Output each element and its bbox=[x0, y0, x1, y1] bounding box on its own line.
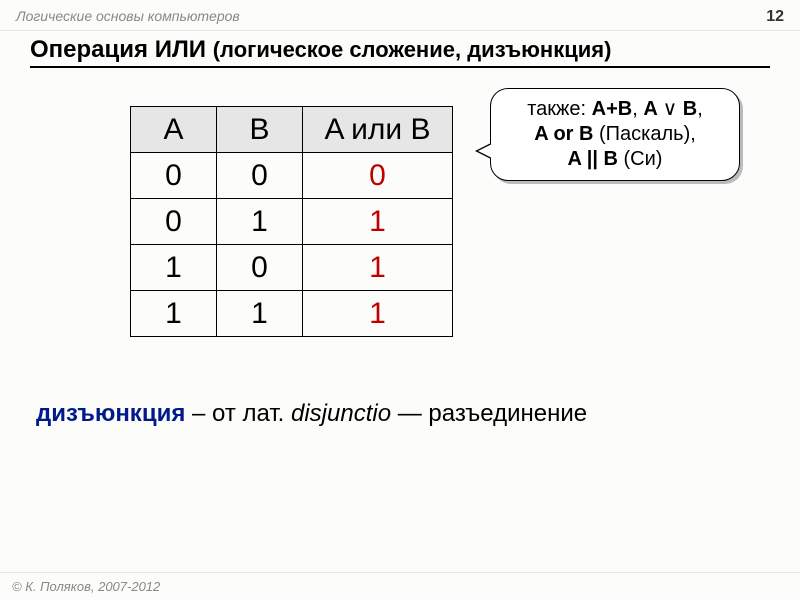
cell-r: 1 bbox=[303, 199, 453, 245]
vee-icon: ∨ bbox=[663, 98, 678, 120]
notation-aorb: A or B bbox=[534, 123, 593, 145]
title-sub: (логическое сложение, дизъюнкция) bbox=[213, 37, 612, 62]
callout-wrap: также: A+B, A ∨ B, A or B (Паскаль), A |… bbox=[490, 88, 740, 181]
title-main: Операция ИЛИ bbox=[30, 36, 213, 63]
footer: © К. Поляков, 2007-2012 bbox=[0, 572, 800, 600]
cell-a: 0 bbox=[131, 199, 217, 245]
callout-prefix: также: bbox=[527, 98, 591, 120]
sep: , bbox=[697, 98, 703, 120]
cell-b: 1 bbox=[217, 199, 303, 245]
lang-c: (Си) bbox=[618, 148, 663, 170]
cell-a: 1 bbox=[131, 245, 217, 291]
truth-table: A B A или B 0 0 0 0 1 1 1 0 1 1 1 bbox=[130, 106, 453, 337]
table-row: 1 0 1 bbox=[131, 245, 453, 291]
cell-r: 1 bbox=[303, 291, 453, 337]
notation-avb-b: B bbox=[677, 98, 697, 120]
page-number: 12 bbox=[766, 8, 784, 26]
course-name: Логические основы компьютеров bbox=[16, 8, 240, 26]
cell-b: 1 bbox=[217, 291, 303, 337]
etymology-line: дизъюнкция – от лат. disjunctio — разъед… bbox=[36, 400, 764, 428]
table-row: 0 1 1 bbox=[131, 199, 453, 245]
cell-r: 0 bbox=[303, 153, 453, 199]
cell-b: 0 bbox=[217, 153, 303, 199]
lang-pascal: (Паскаль), bbox=[593, 123, 695, 145]
etym-latin: disjunctio bbox=[291, 400, 391, 427]
content-area: A B A или B 0 0 0 0 1 1 1 0 1 1 1 bbox=[0, 80, 800, 570]
notation-aplusb: A+B bbox=[592, 98, 633, 120]
sep: , bbox=[632, 98, 643, 120]
notation-apipe: A || B bbox=[568, 148, 618, 170]
cell-b: 0 bbox=[217, 245, 303, 291]
table-row-header: A B A или B bbox=[131, 107, 453, 153]
header-bar: Логические основы компьютеров 12 bbox=[0, 0, 800, 31]
truth-table-wrap: A B A или B 0 0 0 0 1 1 1 0 1 1 1 bbox=[130, 106, 453, 337]
notation-callout: также: A+B, A ∨ B, A or B (Паскаль), A |… bbox=[490, 88, 740, 181]
header-result: A или B bbox=[303, 107, 453, 153]
header-b: B bbox=[217, 107, 303, 153]
cell-r: 1 bbox=[303, 245, 453, 291]
table-row: 0 0 0 bbox=[131, 153, 453, 199]
cell-a: 0 bbox=[131, 153, 217, 199]
etym-mid: – от лат. bbox=[185, 400, 291, 427]
etym-term: дизъюнкция bbox=[36, 400, 185, 427]
slide-title: Операция ИЛИ (логическое сложение, дизъю… bbox=[30, 36, 770, 68]
header-a: A bbox=[131, 107, 217, 153]
cell-a: 1 bbox=[131, 291, 217, 337]
copyright: © К. Поляков, 2007-2012 bbox=[12, 579, 160, 594]
table-row: 1 1 1 bbox=[131, 291, 453, 337]
etym-tail: — разъединение bbox=[391, 400, 587, 427]
notation-avb-a: A bbox=[643, 98, 662, 120]
